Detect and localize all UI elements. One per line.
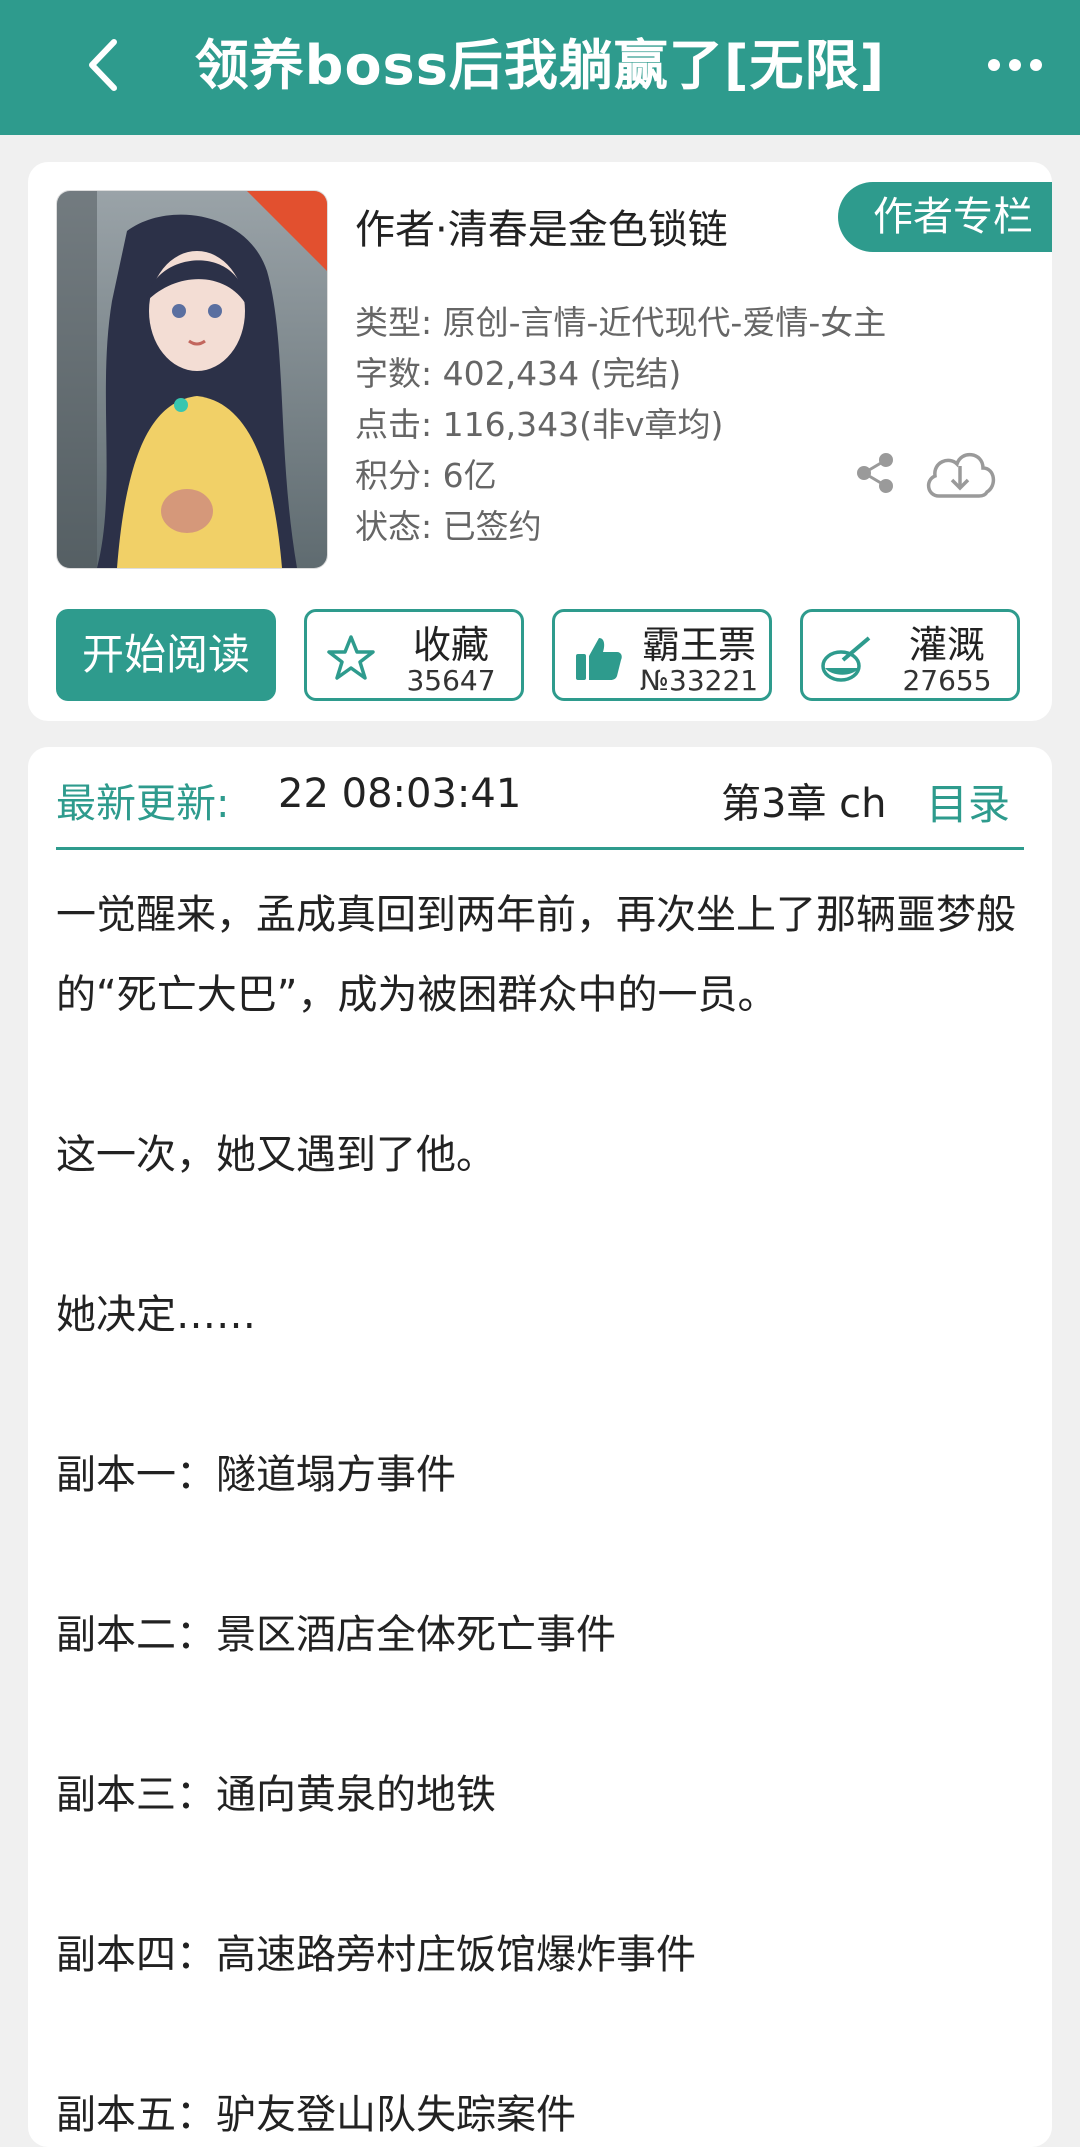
description-paragraph: 副本三：通向黄泉的地铁: [56, 1772, 496, 1818]
description-spacer: [56, 1515, 1024, 1595]
description-spacer: [56, 1195, 1024, 1275]
table-of-contents-link[interactable]: 目录: [926, 771, 1010, 832]
share-icon[interactable]: [852, 450, 898, 496]
more-options-icon[interactable]: [980, 45, 1050, 85]
water-label: 灌溉: [908, 623, 985, 667]
description-paragraph: 副本二：景区酒店全体死亡事件: [56, 1612, 616, 1658]
book-score: 积分: 6亿: [355, 456, 497, 495]
book-type: 类型: 原创-言情-近代现代-爱情-女主: [355, 303, 887, 342]
back-icon[interactable]: [78, 32, 134, 98]
latest-update-row[interactable]: 最新更新: 22 08:03:41 第3章 ch 目录: [56, 747, 1024, 850]
completed-badge-icon: [247, 191, 327, 271]
description-spacer: [56, 1355, 1024, 1435]
book-description: 一觉醒来，孟成真回到两年前，再次坐上了那辆噩梦般的“死亡大巴”，成为被困群众中的…: [56, 875, 1024, 2147]
collect-label: 收藏: [412, 623, 489, 667]
thumbs-up-icon: [573, 632, 625, 684]
water-count: 27655: [902, 664, 992, 697]
book-author[interactable]: 作者·清春是金色锁链: [355, 197, 728, 255]
book-info-card: 作者·清春是金色锁链 作者专栏 类型: 原创-言情-近代现代-爱情-女主 字数:…: [28, 162, 1052, 721]
description-paragraph: 一觉醒来，孟成真回到两年前，再次坐上了那辆噩梦般的“死亡大巴”，成为被困群众中的…: [56, 892, 1016, 1018]
book-cover[interactable]: [56, 190, 328, 569]
flask-icon: [821, 632, 873, 684]
star-icon: [325, 632, 377, 684]
author-column-button[interactable]: 作者专栏: [838, 182, 1052, 252]
description-spacer: [56, 1035, 1024, 1115]
page-title: 领养boss后我躺赢了[无限]: [194, 34, 886, 97]
description-paragraph: 她决定……: [56, 1292, 256, 1338]
book-word-count: 字数: 402,434 (完结): [355, 354, 682, 393]
description-paragraph: 副本四：高速路旁村庄饭馆爆炸事件: [56, 1932, 696, 1978]
vote-button[interactable]: 霸王票 №33221: [552, 609, 772, 701]
vote-label: 霸王票: [641, 623, 756, 667]
latest-update-time: 22 08:03:41: [278, 771, 522, 817]
description-spacer: [56, 1995, 1024, 2075]
book-detail-card: 最新更新: 22 08:03:41 第3章 ch 目录 一觉醒来，孟成真回到两年…: [28, 747, 1052, 2147]
description-spacer: [56, 1835, 1024, 1915]
start-reading-button[interactable]: 开始阅读: [56, 609, 276, 701]
download-cloud-icon[interactable]: [921, 444, 999, 504]
top-app-bar: 领养boss后我躺赢了[无限]: [0, 0, 1080, 135]
collect-count: 35647: [406, 664, 496, 697]
latest-update-label: 最新更新:: [56, 781, 230, 827]
water-button[interactable]: 灌溉 27655: [800, 609, 1020, 701]
description-paragraph: 这一次，她又遇到了他。: [56, 1132, 496, 1178]
vote-count: №33221: [639, 664, 759, 697]
collect-button[interactable]: 收藏 35647: [304, 609, 524, 701]
description-paragraph: 副本五：驴友登山队失踪案件: [56, 2092, 576, 2138]
book-clicks: 点击: 116,343(非v章均): [355, 405, 724, 444]
book-status: 状态: 已签约: [355, 507, 542, 546]
latest-chapter-title[interactable]: 第3章 ch: [721, 771, 887, 829]
description-spacer: [56, 1675, 1024, 1755]
description-paragraph: 副本一：隧道塌方事件: [56, 1452, 456, 1498]
